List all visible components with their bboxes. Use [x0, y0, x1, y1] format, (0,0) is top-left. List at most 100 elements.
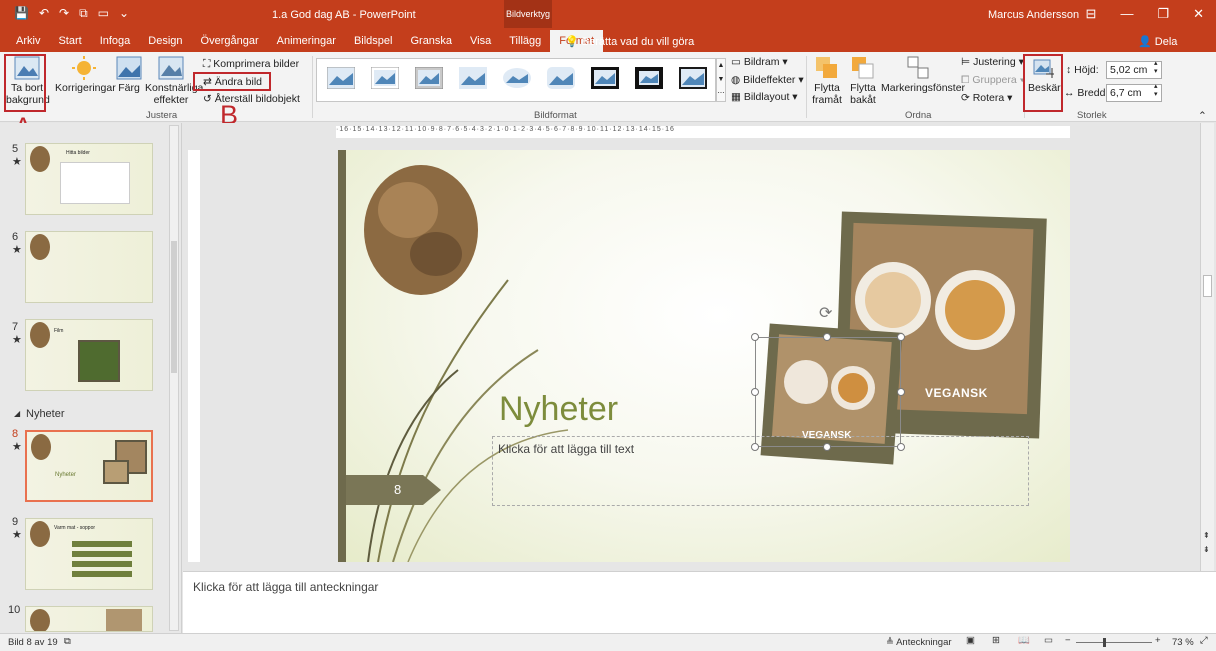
picture-effects-button[interactable]: ◍ Bildeffekter ▾ — [731, 74, 804, 86]
width-stepper[interactable]: ▴ ▾ — [1154, 83, 1158, 99]
slide-thumbnail-5[interactable]: Hitta bilder — [25, 143, 153, 215]
share-button[interactable]: 👤 Dela — [1138, 35, 1177, 48]
slide-thumbnail-6[interactable] — [25, 231, 153, 303]
section-collapse-icon[interactable]: ◢ — [14, 409, 20, 418]
layout-icon[interactable]: ▭ — [98, 6, 109, 21]
next-slide-icon[interactable]: ⇟ — [1203, 545, 1210, 554]
picture-style-7[interactable] — [591, 67, 619, 89]
tab-tillagg[interactable]: Tillägg — [500, 30, 550, 52]
height-stepper[interactable]: ▴ ▾ — [1154, 60, 1158, 76]
resize-handle[interactable] — [897, 388, 905, 396]
picture-layout-button[interactable]: ▦ Bildlayout ▾ — [731, 91, 798, 103]
save-icon[interactable]: 💾 — [14, 6, 29, 21]
picture-style-1[interactable] — [327, 67, 355, 89]
tell-me-search[interactable]: 💡 Berätta vad du vill göra — [565, 35, 694, 48]
tab-animeringar[interactable]: Animeringar — [268, 30, 345, 52]
tab-design[interactable]: Design — [139, 30, 191, 52]
scroll-thumb[interactable] — [1203, 275, 1212, 297]
compress-pictures-button[interactable]: ⛶ Komprimera bilder — [203, 58, 299, 71]
ribbon-display-icon[interactable]: ⊟ — [1086, 6, 1097, 22]
slideshow-view-icon[interactable]: ▭ — [1044, 635, 1053, 646]
minimize-icon[interactable]: — — [1120, 6, 1133, 22]
resize-handle[interactable] — [897, 333, 905, 341]
previous-slide-icon[interactable]: ⇞ — [1203, 531, 1210, 540]
zoom-slider[interactable] — [1076, 638, 1152, 647]
selection-pane-button[interactable]: Markeringsfönster — [881, 56, 965, 94]
slide-sorter-icon[interactable]: ⊞ — [992, 635, 1000, 646]
artistic-effects-button[interactable]: Konstnärliga effekter — [145, 56, 203, 106]
picture-style-4[interactable] — [459, 67, 487, 89]
picture-style-8[interactable] — [635, 67, 663, 89]
normal-view-icon[interactable]: ▣ — [966, 635, 975, 646]
zoom-level[interactable]: 73 % — [1172, 637, 1194, 648]
collapse-ribbon-icon[interactable]: ⌃ — [1198, 110, 1207, 122]
fit-to-window-icon[interactable]: ⤢ — [1200, 635, 1208, 646]
selection-frame — [755, 337, 901, 447]
color-button[interactable]: Färg — [116, 56, 142, 94]
bring-forward-button[interactable]: Flytta framåt — [809, 56, 845, 106]
document-title: 1.a God dag AB - PowerPoint — [272, 9, 416, 21]
tab-infoga[interactable]: Infoga — [91, 30, 140, 52]
picture-border-button[interactable]: ▭ Bildram ▾ — [731, 56, 788, 68]
resize-handle[interactable] — [751, 388, 759, 396]
slide-scrollbar[interactable]: ⇞ ⇟ — [1200, 123, 1214, 571]
corrections-button[interactable]: Korrigeringar — [55, 56, 116, 94]
resize-handle[interactable] — [823, 443, 831, 451]
resize-handle[interactable] — [897, 443, 905, 451]
notes-toggle-button[interactable]: ≜ Anteckningar — [886, 637, 952, 648]
picture-style-9[interactable] — [679, 67, 707, 89]
customize-icon[interactable]: ⌄ — [119, 6, 129, 21]
picture-style-3[interactable] — [415, 67, 443, 89]
scroll-thumb[interactable] — [171, 241, 177, 373]
thumb-bar — [72, 541, 132, 547]
reading-view-icon[interactable]: 📖 — [1018, 635, 1030, 646]
slide-thumbnail-8[interactable]: Nyheter — [25, 430, 153, 502]
slide-thumbnail-9[interactable]: Varm mat - soppor — [25, 518, 153, 590]
zoom-out-icon[interactable]: − — [1065, 635, 1071, 646]
redo-icon[interactable]: ↷ — [59, 6, 69, 21]
picture-style-2[interactable] — [371, 67, 399, 89]
slide-thumbnail-7[interactable]: Film — [25, 319, 153, 391]
tab-arkiv[interactable]: Arkiv — [0, 30, 49, 52]
slide-thumbnail-10[interactable] — [25, 606, 153, 632]
tab-bildspel[interactable]: Bildspel — [345, 30, 402, 52]
tab-overgangar[interactable]: Övergångar — [192, 30, 268, 52]
rotate-handle-icon[interactable]: ⟳ — [819, 303, 832, 323]
zoom-slider-thumb[interactable] — [1103, 638, 1106, 647]
zoom-in-icon[interactable]: + — [1155, 635, 1161, 646]
gallery-scroll[interactable]: ▲ ▼ ⋯ — [716, 58, 726, 102]
picture-style-6[interactable] — [547, 67, 575, 89]
undo-icon[interactable]: ↶ — [39, 6, 49, 21]
dropdown-arrow-icon: ▾ — [789, 91, 798, 103]
send-backward-button[interactable]: Flytta bakåt — [846, 56, 880, 106]
resize-handle[interactable] — [823, 333, 831, 341]
close-icon[interactable]: ✕ — [1193, 6, 1204, 22]
resize-handle[interactable] — [751, 443, 759, 451]
rotate-button[interactable]: ⟳ Rotera ▾ — [961, 92, 1012, 104]
notes-pane[interactable]: Klicka för att lägga till anteckningar — [183, 571, 1216, 633]
slide-number: 9 — [12, 516, 19, 528]
section-header[interactable]: Nyheter — [26, 408, 65, 420]
spell-check-icon[interactable]: ⧉ — [64, 636, 71, 647]
slide-title[interactable]: Nyheter — [499, 390, 618, 429]
user-name[interactable]: Marcus Andersson — [988, 9, 1079, 21]
thumbnail-scrollbar[interactable] — [169, 125, 179, 631]
bring-forward-label: Flytta framåt — [812, 82, 842, 106]
picture-style-5[interactable] — [503, 67, 531, 89]
tab-start[interactable]: Start — [49, 30, 90, 52]
tab-visa[interactable]: Visa — [461, 30, 500, 52]
tab-granska[interactable]: Granska — [401, 30, 461, 52]
resize-handle[interactable] — [751, 333, 759, 341]
present-icon[interactable]: ⧉ — [79, 6, 88, 21]
group-button[interactable]: ⧠ Gruppera ▾ — [961, 74, 1025, 87]
align-button[interactable]: ⊨ Justering ▾ — [961, 56, 1024, 68]
slide-thumb-title: Hitta bilder — [66, 150, 90, 156]
divider — [806, 56, 807, 118]
slide-canvas[interactable]: VEGANSK VEGANSK Nyheter Klicka för att l… — [338, 150, 1070, 562]
restore-icon[interactable]: ❐ — [1157, 6, 1169, 22]
reset-picture-button[interactable]: ↺ Återställ bildobjekt — [203, 93, 300, 105]
dropdown-arrow-icon: ▾ — [795, 74, 804, 86]
slide-number: 5 — [12, 143, 19, 155]
compress-icon: ⛶ — [203, 58, 214, 70]
send-backward-label: Flytta bakåt — [850, 82, 876, 106]
